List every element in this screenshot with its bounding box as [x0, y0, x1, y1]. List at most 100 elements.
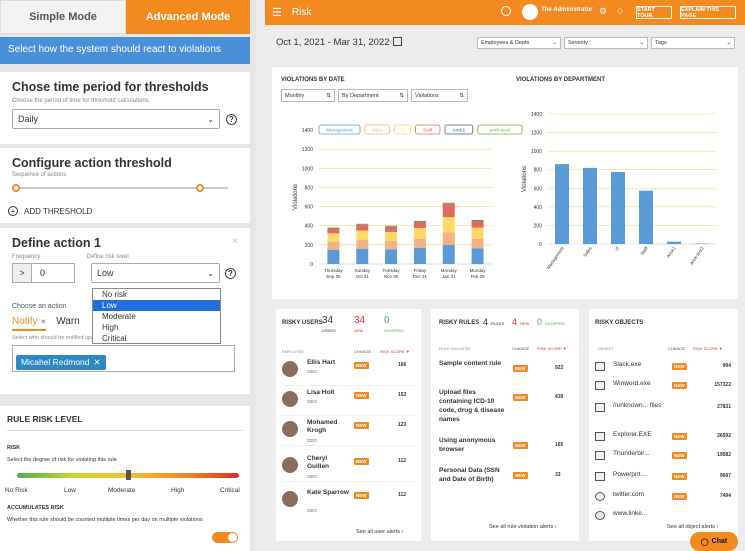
- risk-option-high[interactable]: High: [93, 322, 220, 333]
- employees-filter[interactable]: Employees & Depts ⌄: [477, 37, 561, 49]
- bar-segment[interactable]: [327, 249, 340, 264]
- search-icon[interactable]: [501, 6, 511, 16]
- user-name[interactable]: Lisa Holt: [307, 389, 349, 397]
- table-row[interactable]: twitter.com NEW 7494: [595, 490, 731, 506]
- bar-segment[interactable]: [471, 227, 484, 239]
- table-row[interactable]: Personal Data (SSN and Date of Birth) NEW…: [439, 466, 571, 496]
- bar-segment[interactable]: [413, 228, 426, 239]
- menu-icon[interactable]: ☰: [272, 6, 282, 19]
- frequency-operator[interactable]: >: [12, 263, 32, 283]
- accumulates-toggle[interactable]: [212, 532, 238, 543]
- table-row[interactable]: Kate Sparrow CEO NEW 112: [282, 489, 415, 517]
- object-name[interactable]: Powerpnt....: [613, 470, 663, 479]
- col-risk-score[interactable]: RISK SCORE ▼: [537, 346, 567, 351]
- close-icon[interactable]: ×: [232, 236, 238, 250]
- table-row[interactable]: Using anonymous browser NEW 165: [439, 436, 571, 466]
- risk-option-moderate[interactable]: Moderate: [93, 311, 220, 322]
- bar-segment[interactable]: [385, 226, 398, 232]
- advanced-mode-tab[interactable]: Advanced Mode: [126, 0, 250, 34]
- user-name[interactable]: Kate Sparrow: [307, 489, 349, 497]
- object-name[interactable]: www.linke...: [613, 509, 663, 518]
- bar-segment[interactable]: [327, 241, 340, 250]
- frequency-input[interactable]: 0: [32, 263, 75, 283]
- bar-segment[interactable]: [385, 241, 398, 250]
- bar-segment[interactable]: [442, 217, 455, 233]
- calendar-icon[interactable]: [393, 37, 402, 46]
- recipient-field[interactable]: Micahel Redmond ✕: [12, 345, 235, 372]
- slider-handle-start[interactable]: [12, 184, 20, 192]
- tags-filter[interactable]: Tags ⌄: [651, 37, 735, 49]
- object-name[interactable]: Slack.exe: [613, 360, 663, 369]
- table-row[interactable]: Upload files containing ICD-10 code, dru…: [439, 388, 571, 423]
- object-name[interactable]: twitter.com: [613, 490, 663, 499]
- risk-option-no-risk[interactable]: No risk: [93, 289, 220, 300]
- bar-segment[interactable]: [385, 249, 398, 264]
- bar-segment[interactable]: [385, 231, 398, 242]
- avatar[interactable]: [522, 4, 538, 20]
- bar[interactable]: [583, 167, 597, 244]
- time-period-select[interactable]: Daily ⌄: [12, 109, 220, 129]
- risk-level-select[interactable]: Low ⌄: [91, 263, 220, 283]
- object-name[interactable]: Thunderbir...: [613, 449, 663, 458]
- object-name[interactable]: Winword.exe: [613, 379, 663, 388]
- table-row[interactable]: Sample content rule NEW 922: [439, 359, 571, 389]
- col-risk-score[interactable]: RISK SCORE ▼: [693, 346, 723, 351]
- rule-name[interactable]: Sample content rule: [439, 359, 509, 368]
- table-row[interactable]: Powerpnt.... NEW 9687: [595, 470, 731, 486]
- table-row[interactable]: Explorer.EXE NEW 26592: [595, 430, 731, 446]
- recipient-tag[interactable]: Micahel Redmond ✕: [16, 354, 106, 370]
- help-icon[interactable]: ?: [226, 113, 237, 125]
- rule-name[interactable]: Personal Data (SSN and Date of Birth): [439, 466, 509, 484]
- bar-segment[interactable]: [413, 221, 426, 229]
- risk-option-low[interactable]: Low: [93, 300, 220, 311]
- chat-button[interactable]: ◯ Chat: [690, 532, 738, 551]
- bar-segment[interactable]: [442, 244, 455, 264]
- start-tour-button[interactable]: START TOUR: [636, 6, 672, 19]
- table-row[interactable]: Lisa Holt CEO NEW 153: [282, 389, 415, 417]
- bar-segment[interactable]: [327, 228, 340, 234]
- col-risk-score[interactable]: RISK SCORE ▼: [380, 349, 410, 354]
- rule-name[interactable]: Using anonymous browser: [439, 436, 509, 454]
- explain-page-button[interactable]: EXPLAIN THIS PAGE: [680, 6, 736, 19]
- table-row[interactable]: Ellis Hart CEO NEW 166: [282, 359, 415, 387]
- user-name[interactable]: Cheryl Guillen: [307, 455, 349, 471]
- bar-segment[interactable]: [442, 232, 455, 245]
- bar-segment[interactable]: [471, 220, 484, 228]
- bar-segment[interactable]: [356, 248, 369, 264]
- severity-filter[interactable]: Severity ⌄: [564, 37, 648, 49]
- bar-segment[interactable]: [327, 233, 340, 242]
- table-row[interactable]: Winword.exe NEW 157322: [595, 379, 731, 395]
- risk-level-slider[interactable]: [7, 470, 243, 480]
- table-row[interactable]: //unknown... files 27831: [595, 401, 731, 417]
- rule-name[interactable]: Upload files containing ICD-10 code, dru…: [439, 388, 509, 424]
- alert-icon[interactable]: ◇: [617, 6, 623, 15]
- gear-icon[interactable]: ⚙: [599, 6, 607, 17]
- table-row[interactable]: Thunderbir... NEW 19582: [595, 449, 731, 465]
- table-row[interactable]: www.linke...: [595, 509, 731, 525]
- remove-tag-icon[interactable]: ✕: [94, 357, 101, 368]
- table-row[interactable]: Slack.exe NEW 994: [595, 360, 731, 376]
- bar-segment[interactable]: [356, 224, 369, 231]
- slider-handle-end[interactable]: [196, 184, 204, 192]
- bar-segment[interactable]: [413, 247, 426, 264]
- object-name[interactable]: //unknown... files: [613, 401, 663, 410]
- see-all-rule-alerts-link[interactable]: See all rule violation alerts ›: [489, 524, 557, 530]
- bar-segment[interactable]: [442, 203, 455, 218]
- remove-icon[interactable]: ✕: [40, 319, 46, 326]
- action-tab-warn[interactable]: Warn: [56, 316, 80, 331]
- risk-option-critical[interactable]: Critical: [93, 333, 220, 344]
- bar[interactable]: [639, 190, 653, 244]
- add-threshold-button[interactable]: + ADD THRESHOLD: [8, 206, 238, 216]
- user-name[interactable]: Mohamed Krogh: [307, 419, 349, 435]
- date-range[interactable]: Oct 1, 2021 - Mar 31, 2022: [276, 37, 390, 48]
- user-name[interactable]: Ellis Hart: [307, 359, 349, 367]
- action-tab-notify[interactable]: Notify ✕: [12, 316, 47, 331]
- threshold-slider[interactable]: [12, 182, 238, 194]
- bar-segment[interactable]: [356, 240, 369, 249]
- table-row[interactable]: Mohamed Krogh CEO NEW 123: [282, 419, 415, 447]
- bar-segment[interactable]: [356, 230, 369, 241]
- help-icon[interactable]: ?: [225, 267, 236, 279]
- bar-segment[interactable]: [413, 238, 426, 248]
- bar-segment[interactable]: [471, 248, 484, 264]
- user-name[interactable]: The Administrator: [541, 7, 592, 13]
